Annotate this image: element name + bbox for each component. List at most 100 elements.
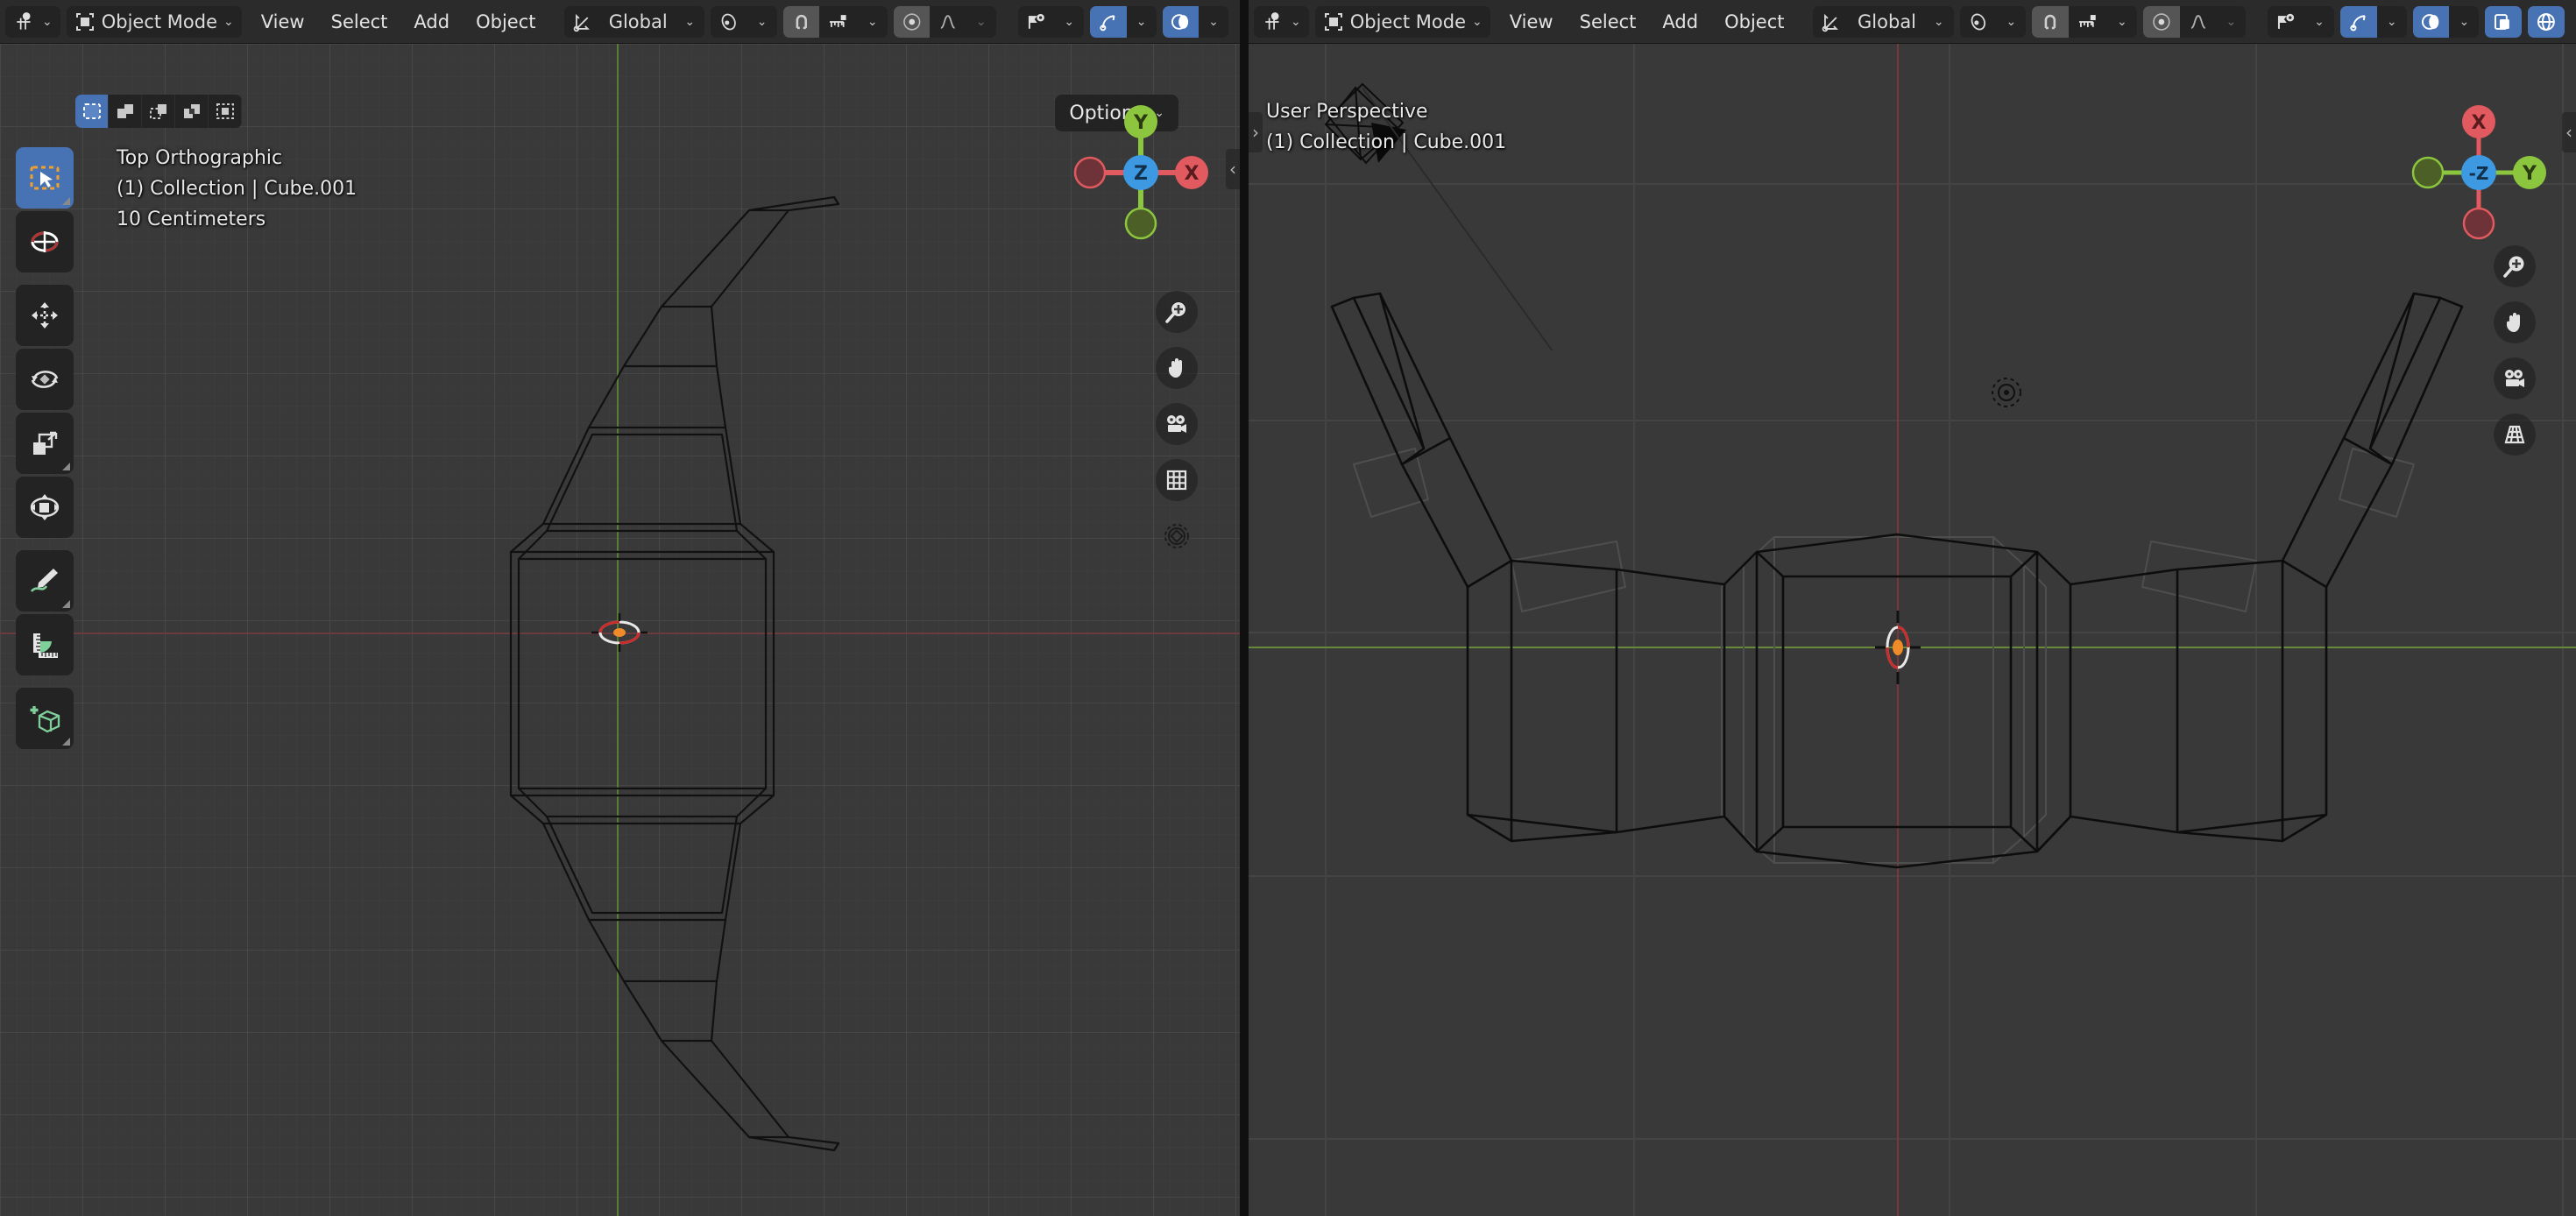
tool-submenu-indicator [62, 197, 70, 205]
mode-select-button-2[interactable]: Object Mode ⌄ [1314, 5, 1490, 38]
menu-object[interactable]: Object [463, 6, 548, 38]
overlays-toggle-group-2[interactable]: ⌄ [2412, 5, 2480, 38]
overlays-toggle-group[interactable]: ⌄ [1162, 5, 1228, 38]
snapping-group-2[interactable]: ⌄ [2032, 5, 2137, 38]
viewport-nav-buttons-right[interactable] [2494, 245, 2536, 456]
select-subtract-icon [183, 104, 200, 118]
show-gizmo-toggle-2[interactable] [2340, 5, 2377, 38]
transform-orientation-button[interactable]: Global ⌄ [564, 5, 705, 38]
pan-button-2[interactable] [2494, 301, 2536, 343]
viewport-right-3dview[interactable]: User Perspective (1) Collection | Cube.0… [1249, 44, 2576, 1216]
xray-toggle[interactable] [2485, 5, 2523, 38]
editor-type-3dview-icon [17, 11, 31, 30]
viewport-left-3dview[interactable]: Top Orthographic (1) Collection | Cube.0… [0, 44, 1240, 1216]
menu-select[interactable]: Select [318, 6, 401, 38]
zoom-button-2[interactable] [2494, 245, 2536, 287]
snap-magnet-toggle[interactable] [782, 5, 820, 38]
select-mode-subtract[interactable] [175, 95, 209, 128]
snap-target-button[interactable] [819, 6, 858, 38]
tool-annotate[interactable] [16, 550, 74, 612]
editor-type-button[interactable]: ⌄ [5, 5, 60, 38]
select-mode-set[interactable] [109, 95, 142, 128]
overlays-dropdown-2[interactable]: ⌄ [2449, 6, 2479, 38]
gizmo-rotate-button[interactable] [1156, 515, 1198, 557]
proportional-editing-group[interactable]: ⌄ [893, 5, 996, 38]
tool-measure[interactable] [16, 614, 74, 675]
tool-shelf[interactable] [16, 147, 74, 749]
falloff-curve-icon [940, 14, 956, 29]
toggle-orthographic-button[interactable] [1156, 459, 1198, 501]
overlays-icon [2421, 13, 2438, 30]
snap-target-button-2[interactable] [2069, 6, 2107, 38]
object-types-visibility-icon [2278, 13, 2295, 29]
add-cube-icon [30, 706, 60, 733]
menu-add-2[interactable]: Add [1649, 6, 1711, 38]
mode-select-button[interactable]: Object Mode ⌄ [66, 5, 242, 38]
shading-mode-group[interactable] [2528, 5, 2565, 38]
orientation-axis-icon [1822, 13, 1839, 32]
object-mode-icon [1324, 12, 1342, 31]
scale-icon [33, 431, 58, 455]
menu-object-2[interactable]: Object [1711, 6, 1797, 38]
pivot-point-button-2[interactable]: ⌄ [1959, 5, 2027, 38]
menu-view-2[interactable]: View [1497, 6, 1567, 38]
tool-scale[interactable] [16, 413, 74, 474]
pan-button[interactable] [1156, 347, 1198, 389]
menu-select-2[interactable]: Select [1567, 6, 1650, 38]
sidebar-collapse-arrow-right-vp[interactable]: ‹ [2562, 112, 2576, 152]
show-gizmo-toggle[interactable] [1090, 5, 1127, 38]
object-types-visibility-button-2[interactable]: ⌄ [2268, 5, 2335, 38]
sidebar-collapse-arrow-left[interactable]: ‹ [1226, 149, 1240, 189]
select-mode-group[interactable] [75, 95, 242, 128]
tool-tweak-select[interactable] [16, 147, 74, 209]
select-mode-extend[interactable] [142, 95, 175, 128]
camera-view-button-2[interactable] [2494, 357, 2536, 399]
gizmo-toggle-group-2[interactable]: ⌄ [2340, 5, 2407, 38]
snapping-group[interactable]: ⌄ [782, 5, 888, 38]
show-overlays-toggle[interactable] [1162, 5, 1199, 38]
move-arrows-icon [32, 302, 58, 329]
proportional-edit-toggle-2[interactable] [2142, 5, 2180, 38]
pencil-annotate-icon [30, 569, 58, 592]
tool-submenu-indicator [62, 738, 70, 746]
navigation-gizmo-right[interactable]: X Y -Z [2404, 98, 2553, 247]
gizmo-toggle-group[interactable]: ⌄ [1090, 5, 1157, 38]
toolbar-collapse-arrow-right-vp[interactable]: › [1249, 112, 1263, 152]
viewport-splitter[interactable] [1240, 0, 1249, 1216]
camera-view-button[interactable] [1156, 403, 1198, 445]
viewport-nav-buttons-left[interactable] [1156, 291, 1198, 557]
pivot-point-button[interactable]: ⌄ [711, 5, 777, 38]
chevron-down-icon: ⌄ [2386, 14, 2397, 29]
proportional-falloff-button[interactable] [930, 6, 966, 38]
gizmo-dropdown[interactable]: ⌄ [1127, 6, 1157, 38]
overlays-dropdown[interactable]: ⌄ [1199, 6, 1228, 38]
zoom-button[interactable] [1156, 291, 1198, 333]
transform-orientation-button-2[interactable]: Global ⌄ [1813, 5, 1954, 38]
snap-magnet-toggle-2[interactable] [2032, 5, 2070, 38]
proportional-edit-toggle[interactable] [893, 5, 931, 38]
tool-add-cube[interactable] [16, 688, 74, 749]
shading-wireframe-button[interactable] [2528, 5, 2565, 38]
tool-transform[interactable] [16, 477, 74, 538]
tool-cursor[interactable] [16, 211, 74, 272]
show-overlays-toggle-2[interactable] [2412, 5, 2450, 38]
navigation-gizmo-left[interactable]: Y X Z [1066, 98, 1215, 247]
select-mode-box[interactable] [75, 95, 109, 128]
toggle-perspective-button[interactable] [2494, 414, 2536, 456]
3d-cursor [591, 613, 648, 652]
select-mode-intersect[interactable] [209, 95, 242, 128]
toggle-xray-icon [2495, 13, 2510, 30]
magnet-icon [2045, 14, 2056, 29]
select-box-icon [82, 103, 101, 119]
chevron-down-icon: ⌄ [2226, 14, 2237, 29]
editor-type-button-2[interactable]: ⌄ [1254, 5, 1309, 38]
menu-add[interactable]: Add [400, 6, 463, 38]
toggle-perspective-grid-icon [2504, 425, 2525, 444]
tool-rotate[interactable] [16, 349, 74, 410]
proportional-editing-group-2[interactable]: ⌄ [2142, 5, 2247, 38]
object-types-visibility-button[interactable]: ⌄ [1017, 5, 1085, 38]
proportional-falloff-button-2[interactable] [2180, 6, 2217, 38]
menu-view[interactable]: View [248, 6, 318, 38]
tool-move[interactable] [16, 285, 74, 346]
gizmo-dropdown-2[interactable]: ⌄ [2377, 6, 2407, 38]
